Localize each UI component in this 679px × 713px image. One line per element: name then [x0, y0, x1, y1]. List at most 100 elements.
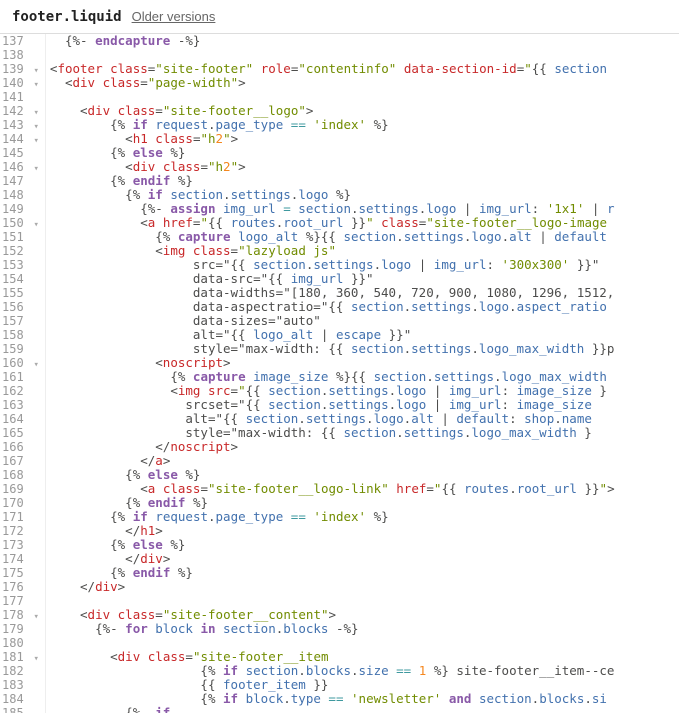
code-line[interactable]: {% capture image_size %}{{ section.setti…	[50, 370, 679, 384]
line-number: 170	[2, 496, 39, 510]
line-number: 141	[2, 90, 39, 104]
line-number: 181 ▾	[2, 650, 39, 664]
line-number: 160 ▾	[2, 356, 39, 370]
code-line[interactable]: <div class="site-footer__logo">	[50, 104, 679, 118]
code-line[interactable]: </div>	[50, 580, 679, 594]
line-number: 149	[2, 202, 39, 216]
line-number: 156	[2, 300, 39, 314]
line-number: 146 ▾	[2, 160, 39, 174]
line-number: 162	[2, 384, 39, 398]
code-line[interactable]: </a>	[50, 454, 679, 468]
line-number: 143 ▾	[2, 118, 39, 132]
code-line[interactable]: <div class="h2">	[50, 160, 679, 174]
line-number: 182	[2, 664, 39, 678]
code-line[interactable]: {% endif %}	[50, 496, 679, 510]
code-line[interactable]: alt="{{ section.settings.logo.alt | defa…	[50, 412, 679, 426]
line-number: 161	[2, 370, 39, 384]
code-line[interactable]	[50, 594, 679, 608]
code-line[interactable]: <img class="lazyload js"	[50, 244, 679, 258]
line-number: 157	[2, 314, 39, 328]
code-line[interactable]: <div class="site-footer__item	[50, 650, 679, 664]
line-number: 168	[2, 468, 39, 482]
code-line[interactable]: {% endif %}	[50, 566, 679, 580]
line-number: 178 ▾	[2, 608, 39, 622]
line-number: 144 ▾	[2, 132, 39, 146]
code-line[interactable]: {% else %}	[50, 146, 679, 160]
code-line[interactable]: alt="{{ logo_alt | escape }}"	[50, 328, 679, 342]
code-line[interactable]: {% if section.settings.logo %}	[50, 188, 679, 202]
code-line[interactable]: style="max-width: {{ section.settings.lo…	[50, 342, 679, 356]
line-number: 138	[2, 48, 39, 62]
code-line[interactable]: data-src="{{ img_url }}"	[50, 272, 679, 286]
code-line[interactable]: <h1 class="h2">	[50, 132, 679, 146]
code-line[interactable]: {% else %}	[50, 538, 679, 552]
code-line[interactable]: style="max-width: {{ section.settings.lo…	[50, 426, 679, 440]
code-line[interactable]: {% endif %}	[50, 174, 679, 188]
code-line[interactable]: {% else %}	[50, 468, 679, 482]
code-line[interactable]: <div class="site-footer__content">	[50, 608, 679, 622]
code-line[interactable]: src="{{ section.settings.logo | img_url:…	[50, 258, 679, 272]
line-number: 176	[2, 580, 39, 594]
code-line[interactable]: {% if section.blocks.size == 1 %} site-f…	[50, 664, 679, 678]
line-number: 174	[2, 552, 39, 566]
line-number: 167	[2, 454, 39, 468]
code-line[interactable]: {%- if	[50, 706, 679, 713]
line-number: 150 ▾	[2, 216, 39, 230]
line-number: 180	[2, 636, 39, 650]
code-line[interactable]: <div class="page-width">	[50, 76, 679, 90]
code-line[interactable]: </h1>	[50, 524, 679, 538]
line-number: 140 ▾	[2, 76, 39, 90]
line-number: 165	[2, 426, 39, 440]
code-line[interactable]: </noscript>	[50, 440, 679, 454]
line-number: 142 ▾	[2, 104, 39, 118]
line-number: 184	[2, 692, 39, 706]
code-line[interactable]	[50, 48, 679, 62]
line-number: 175	[2, 566, 39, 580]
line-numbers-gutter: 137 138 139 ▾140 ▾141 142 ▾143 ▾144 ▾145…	[0, 34, 46, 713]
line-number: 169	[2, 482, 39, 496]
code-line[interactable]: data-sizes="auto"	[50, 314, 679, 328]
code-line[interactable]: <img src="{{ section.settings.logo | img…	[50, 384, 679, 398]
code-line[interactable]: <a href="{{ routes.root_url }}" class="s…	[50, 216, 679, 230]
line-number: 163	[2, 398, 39, 412]
code-line[interactable]: {%- assign img_url = section.settings.lo…	[50, 202, 679, 216]
line-number: 137	[2, 34, 39, 48]
file-header: footer.liquid Older versions	[0, 0, 679, 34]
line-number: 151	[2, 230, 39, 244]
line-number: 155	[2, 286, 39, 300]
code-line[interactable]: data-aspectratio="{{ section.settings.lo…	[50, 300, 679, 314]
code-line[interactable]	[50, 90, 679, 104]
code-line[interactable]: <a class="site-footer__logo-link" href="…	[50, 482, 679, 496]
code-line[interactable]	[50, 636, 679, 650]
line-number: 166	[2, 440, 39, 454]
line-number: 164	[2, 412, 39, 426]
code-line[interactable]: srcset="{{ section.settings.logo | img_u…	[50, 398, 679, 412]
code-line[interactable]: {% if request.page_type == 'index' %}	[50, 118, 679, 132]
code-line[interactable]: data-widths="[180, 360, 540, 720, 900, 1…	[50, 286, 679, 300]
line-number: 152	[2, 244, 39, 258]
line-number: 172	[2, 524, 39, 538]
filename: footer.liquid	[12, 9, 122, 25]
line-number: 154	[2, 272, 39, 286]
line-number: 153	[2, 258, 39, 272]
older-versions-link[interactable]: Older versions	[132, 9, 216, 24]
line-number: 179	[2, 622, 39, 636]
line-number: 148	[2, 188, 39, 202]
code-line[interactable]: {%- endcapture -%}	[50, 34, 679, 48]
code-line[interactable]: {%- for block in section.blocks -%}	[50, 622, 679, 636]
line-number: 139 ▾	[2, 62, 39, 76]
code-line[interactable]: {% capture logo_alt %}{{ section.setting…	[50, 230, 679, 244]
code-line[interactable]: {% if block.type == 'newsletter' and sec…	[50, 692, 679, 706]
code-line[interactable]: <footer class="site-footer" role="conten…	[50, 62, 679, 76]
line-number: 159	[2, 342, 39, 356]
code-line[interactable]: </div>	[50, 552, 679, 566]
line-number: 185	[2, 706, 39, 713]
code-editor[interactable]: 137 138 139 ▾140 ▾141 142 ▾143 ▾144 ▾145…	[0, 34, 679, 713]
code-line[interactable]: {{ footer_item }}	[50, 678, 679, 692]
code-area[interactable]: {%- endcapture -%} <footer class="site-f…	[46, 34, 679, 713]
line-number: 145	[2, 146, 39, 160]
line-number: 183	[2, 678, 39, 692]
code-line[interactable]: <noscript>	[50, 356, 679, 370]
line-number: 173	[2, 538, 39, 552]
code-line[interactable]: {% if request.page_type == 'index' %}	[50, 510, 679, 524]
